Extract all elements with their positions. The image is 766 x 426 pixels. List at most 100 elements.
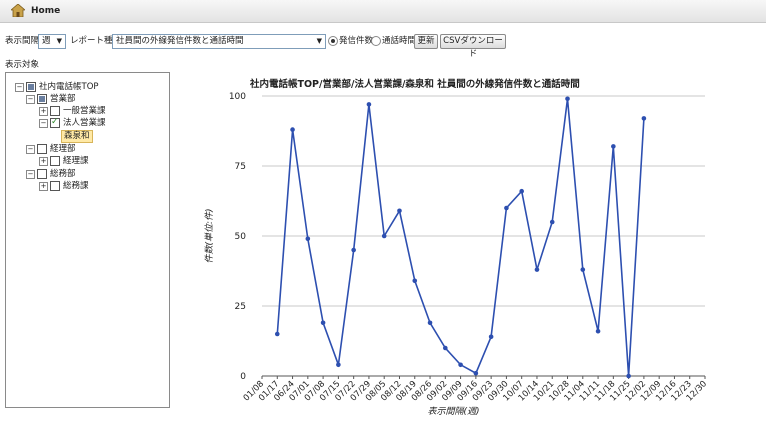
checkbox-partial-icon[interactable] (37, 94, 47, 104)
collapse-icon[interactable]: − (26, 95, 35, 104)
x-tick-label: 06/24 (272, 379, 296, 403)
tree-node-label: 一般営業課 (63, 106, 106, 116)
data-point (504, 205, 509, 211)
x-tick-label: 07/29 (349, 379, 373, 403)
tree-node-label-selected: 森泉和 (61, 130, 93, 143)
x-tick-label: 09/09 (440, 379, 464, 403)
data-point (534, 267, 540, 272)
x-tick-label: 12/30 (685, 379, 709, 403)
x-tick-label: 12/02 (624, 379, 648, 403)
x-tick-label: 08/19 (394, 379, 418, 403)
checkbox-icon[interactable] (37, 144, 47, 154)
home-link[interactable]: Home (31, 6, 60, 16)
y-tick-label: 75 (235, 162, 246, 172)
tree-node-label: 経理課 (63, 156, 89, 166)
csv-download-button[interactable]: CSVダウンロード (440, 34, 506, 59)
data-point (626, 373, 631, 379)
tree-node-label: 法人営業課 (63, 118, 106, 128)
expand-icon[interactable]: + (39, 182, 48, 191)
org-tree: − 社内電話帳TOP − 営業部 + 一般営業課 − 法人営業課 森泉和 − 経… (5, 72, 170, 408)
data-point (274, 331, 280, 337)
x-tick-label: 07/22 (333, 379, 357, 403)
x-tick-label: 10/21 (532, 379, 556, 403)
x-tick-label: 11/18 (593, 379, 617, 403)
x-tick-label: 08/12 (379, 379, 403, 403)
checkbox-partial-icon[interactable] (26, 82, 36, 92)
checkbox-checked-icon[interactable] (50, 116, 60, 128)
data-point (549, 219, 555, 225)
data-point (473, 370, 479, 376)
data-point (320, 320, 326, 326)
data-point (611, 144, 616, 149)
time-radio[interactable] (371, 36, 381, 46)
y-tick-label: 50 (235, 232, 247, 242)
data-point (641, 116, 647, 121)
y-tick-label: 0 (240, 372, 246, 382)
checkbox-icon[interactable] (50, 181, 60, 191)
data-point (336, 362, 341, 368)
data-point (595, 328, 601, 334)
tree-node-label: 経理部 (50, 144, 76, 154)
data-point (580, 267, 586, 272)
report-type-select[interactable]: 社員間の外線発信件数と通話時間 ▼ (112, 34, 326, 49)
collapse-icon[interactable]: − (15, 83, 24, 92)
x-tick-label: 01/17 (257, 379, 281, 403)
x-tick-label: 10/28 (547, 379, 571, 403)
data-point (412, 278, 418, 284)
checkbox-icon[interactable] (50, 156, 60, 166)
collapse-icon[interactable]: − (26, 145, 35, 154)
data-point (458, 362, 463, 368)
data-point (565, 96, 570, 102)
count-radio[interactable] (328, 36, 338, 46)
collapse-icon[interactable]: − (26, 170, 35, 179)
x-tick-label: 08/05 (364, 379, 388, 403)
x-tick-label: 07/01 (288, 379, 312, 403)
data-point (488, 334, 494, 340)
expand-icon[interactable]: + (39, 107, 48, 116)
data-point (351, 247, 356, 253)
target-panel-label: 表示対象 (5, 60, 40, 70)
x-tick-label: 07/08 (303, 379, 327, 403)
x-tick-label: 12/23 (669, 379, 693, 403)
x-tick-label: 08/26 (410, 379, 434, 403)
x-tick-label: 11/25 (608, 379, 632, 403)
report-type-select-value: 社員間の外線発信件数と通話時間 (116, 36, 244, 46)
data-point (427, 320, 433, 326)
chart-title: 社内電話帳TOP/営業部/法人営業課/森泉和 社員間の外線発信件数と通話時間 (250, 79, 580, 90)
collapse-icon[interactable]: − (39, 119, 48, 128)
x-tick-label: 11/04 (563, 379, 587, 403)
tree-node-label: 総務部 (50, 169, 76, 179)
checkbox-icon[interactable] (50, 106, 60, 116)
x-tick-label: 09/30 (486, 379, 510, 403)
update-button[interactable]: 更新 (414, 34, 438, 49)
interval-select-value: 週 (42, 36, 51, 46)
checkbox-icon[interactable] (37, 169, 47, 179)
time-radio-label[interactable]: 通話時間 (382, 34, 416, 48)
x-tick-label: 12/09 (639, 379, 663, 403)
top-bar: Home (0, 0, 766, 23)
tree-node-label: 社内電話帳TOP (39, 82, 99, 92)
data-point (366, 102, 372, 107)
chevron-down-icon: ▼ (316, 37, 322, 45)
tree-node-label: 営業部 (50, 94, 76, 104)
series-line (276, 98, 645, 377)
y-tick-label: 25 (235, 302, 246, 312)
y-axis-label: 件数(単位:件) (204, 208, 215, 263)
data-point (381, 233, 387, 239)
home-icon[interactable] (11, 4, 25, 17)
count-radio-label[interactable]: 発信件数 (339, 34, 373, 48)
y-tick-label: 100 (229, 92, 246, 102)
x-tick-label: 07/15 (318, 379, 342, 403)
data-point (397, 208, 402, 214)
x-tick-label: 10/14 (517, 379, 541, 403)
data-point (519, 188, 524, 194)
x-axis-label: 表示間隔(週) (427, 406, 479, 417)
x-tick-label: 09/02 (425, 379, 449, 403)
interval-label: 表示間隔 (5, 36, 40, 46)
tree-node-label: 総務課 (63, 181, 89, 191)
x-tick-label: 11/11 (578, 379, 602, 403)
expand-icon[interactable]: + (39, 157, 48, 166)
interval-select[interactable]: 週 ▼ (38, 34, 66, 49)
data-point (290, 127, 295, 132)
x-tick-label: 09/23 (471, 379, 495, 403)
